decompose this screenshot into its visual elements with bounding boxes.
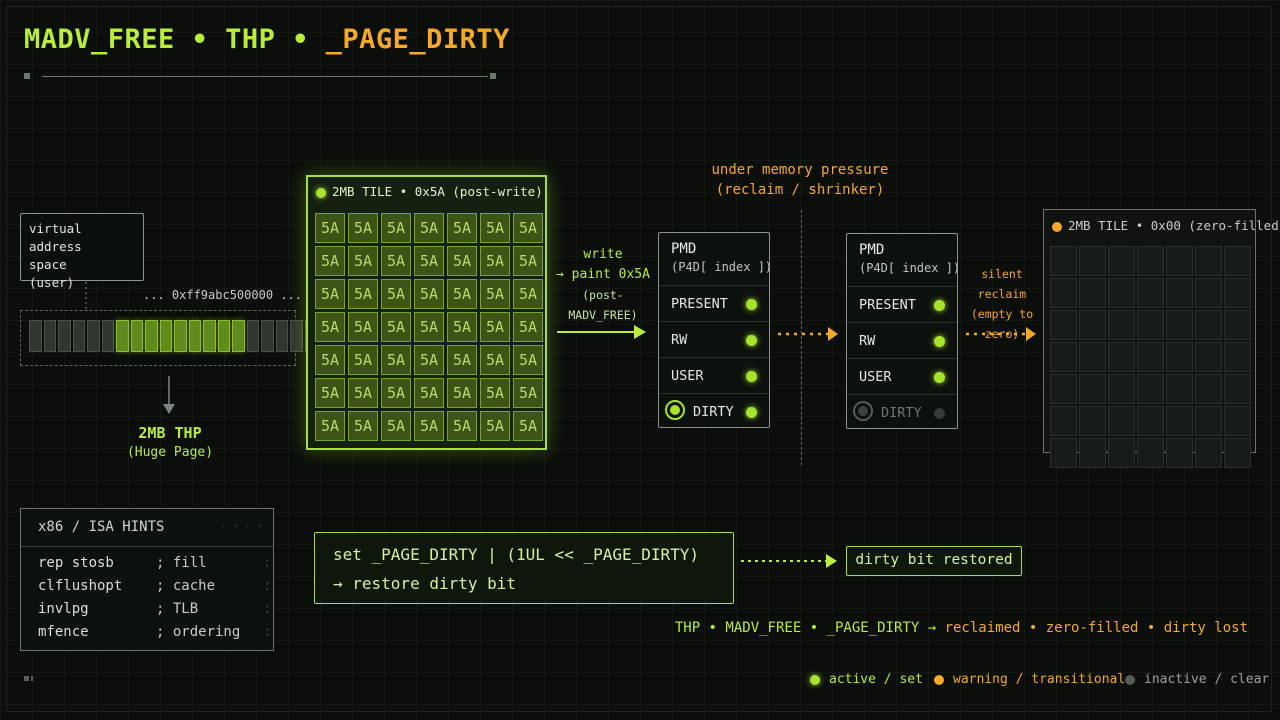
connector-arrows: [85, 282, 1036, 568]
restore-arrowhead: [826, 554, 837, 568]
reclaim-arrowhead: [1026, 327, 1036, 341]
pressure-arrowhead: [828, 327, 838, 341]
thp-down-arrowhead: [163, 404, 175, 414]
write-arrowhead: [634, 325, 646, 339]
